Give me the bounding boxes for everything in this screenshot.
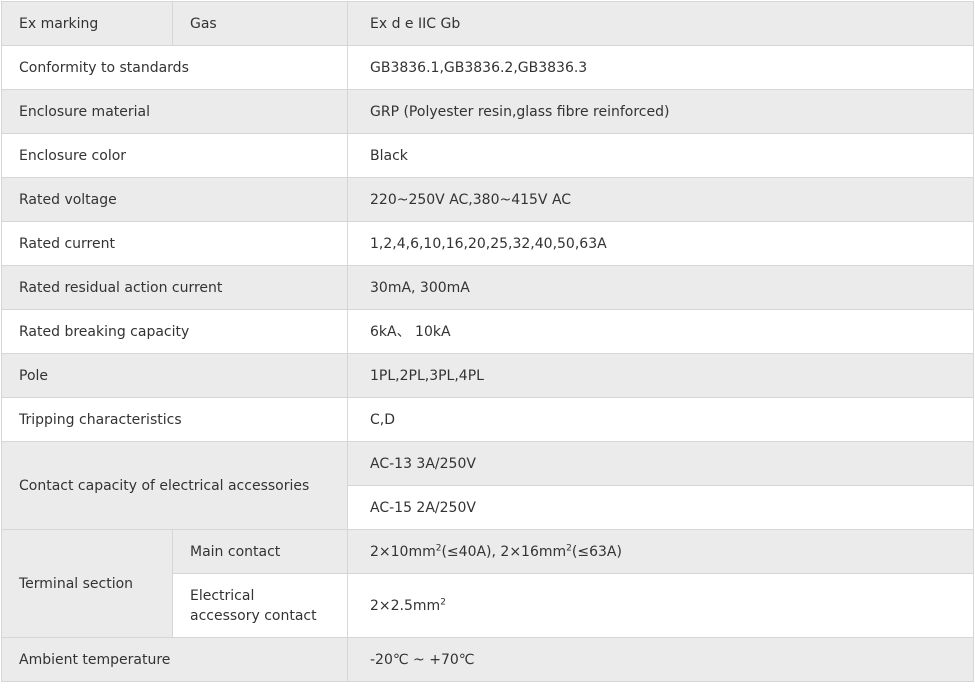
value-enclosure-color: Black [347,133,974,178]
row-breaking-capacity: Rated breaking capacity 6kA、 10kA [1,309,974,354]
value-ambient-temperature: -20℃ ~ +70℃ [347,637,974,682]
label-contact-capacity: Contact capacity of electrical accessori… [1,441,348,530]
specification-table: Ex marking Gas Ex d e IIC Gb Conformity … [1,1,974,682]
label-terminal-section: Terminal section [1,529,173,638]
row-conformity: Conformity to standards GB3836.1,GB3836.… [1,45,974,90]
row-enclosure-material: Enclosure material GRP (Polyester resin,… [1,89,974,134]
row-tripping: Tripping characteristics C,D [1,397,974,442]
row-pole: Pole 1PL,2PL,3PL,4PL [1,353,974,398]
label-enclosure-material: Enclosure material [1,89,348,134]
row-rated-current: Rated current 1,2,4,6,10,16,20,25,32,40,… [1,221,974,266]
label-ambient-temperature: Ambient temperature [1,637,348,682]
label-enclosure-color: Enclosure color [1,133,348,178]
row-terminal-main: Terminal section Main contact 2×10mm2(≤4… [1,529,974,638]
label-accessory-contact: Electrical accessory contact [172,573,348,638]
value-accessory-contact: 2×2.5mm2 [347,573,974,638]
row-rated-voltage: Rated voltage 220~250V AC,380~415V AC [1,177,974,222]
row-contact-capacity: Contact capacity of electrical accessori… [1,441,974,530]
label-gas: Gas [172,1,348,46]
value-enclosure-material: GRP (Polyester resin,glass fibre reinfor… [347,89,974,134]
value-contact-capacity-ac13: AC-13 3A/250V [347,441,974,486]
label-rated-current: Rated current [1,221,348,266]
label-tripping: Tripping characteristics [1,397,348,442]
value-pole: 1PL,2PL,3PL,4PL [347,353,974,398]
label-pole: Pole [1,353,348,398]
label-conformity: Conformity to standards [1,45,348,90]
label-main-contact: Main contact [172,529,348,574]
value-rated-current: 1,2,4,6,10,16,20,25,32,40,50,63A [347,221,974,266]
value-rated-voltage: 220~250V AC,380~415V AC [347,177,974,222]
label-breaking-capacity: Rated breaking capacity [1,309,348,354]
row-ambient-temperature: Ambient temperature -20℃ ~ +70℃ [1,637,974,682]
value-contact-capacity-ac15: AC-15 2A/250V [347,485,974,530]
label-rated-voltage: Rated voltage [1,177,348,222]
value-ex-marking: Ex d e IIC Gb [347,1,974,46]
label-ex-marking: Ex marking [1,1,173,46]
row-residual-current: Rated residual action current 30mA, 300m… [1,265,974,310]
row-enclosure-color: Enclosure color Black [1,133,974,178]
value-conformity: GB3836.1,GB3836.2,GB3836.3 [347,45,974,90]
value-main-contact: 2×10mm2(≤40A), 2×16mm2(≤63A) [347,529,974,574]
value-breaking-capacity: 6kA、 10kA [347,309,974,354]
value-tripping: C,D [347,397,974,442]
value-residual-current: 30mA, 300mA [347,265,974,310]
label-residual-current: Rated residual action current [1,265,348,310]
row-ex-marking: Ex marking Gas Ex d e IIC Gb [1,1,974,46]
